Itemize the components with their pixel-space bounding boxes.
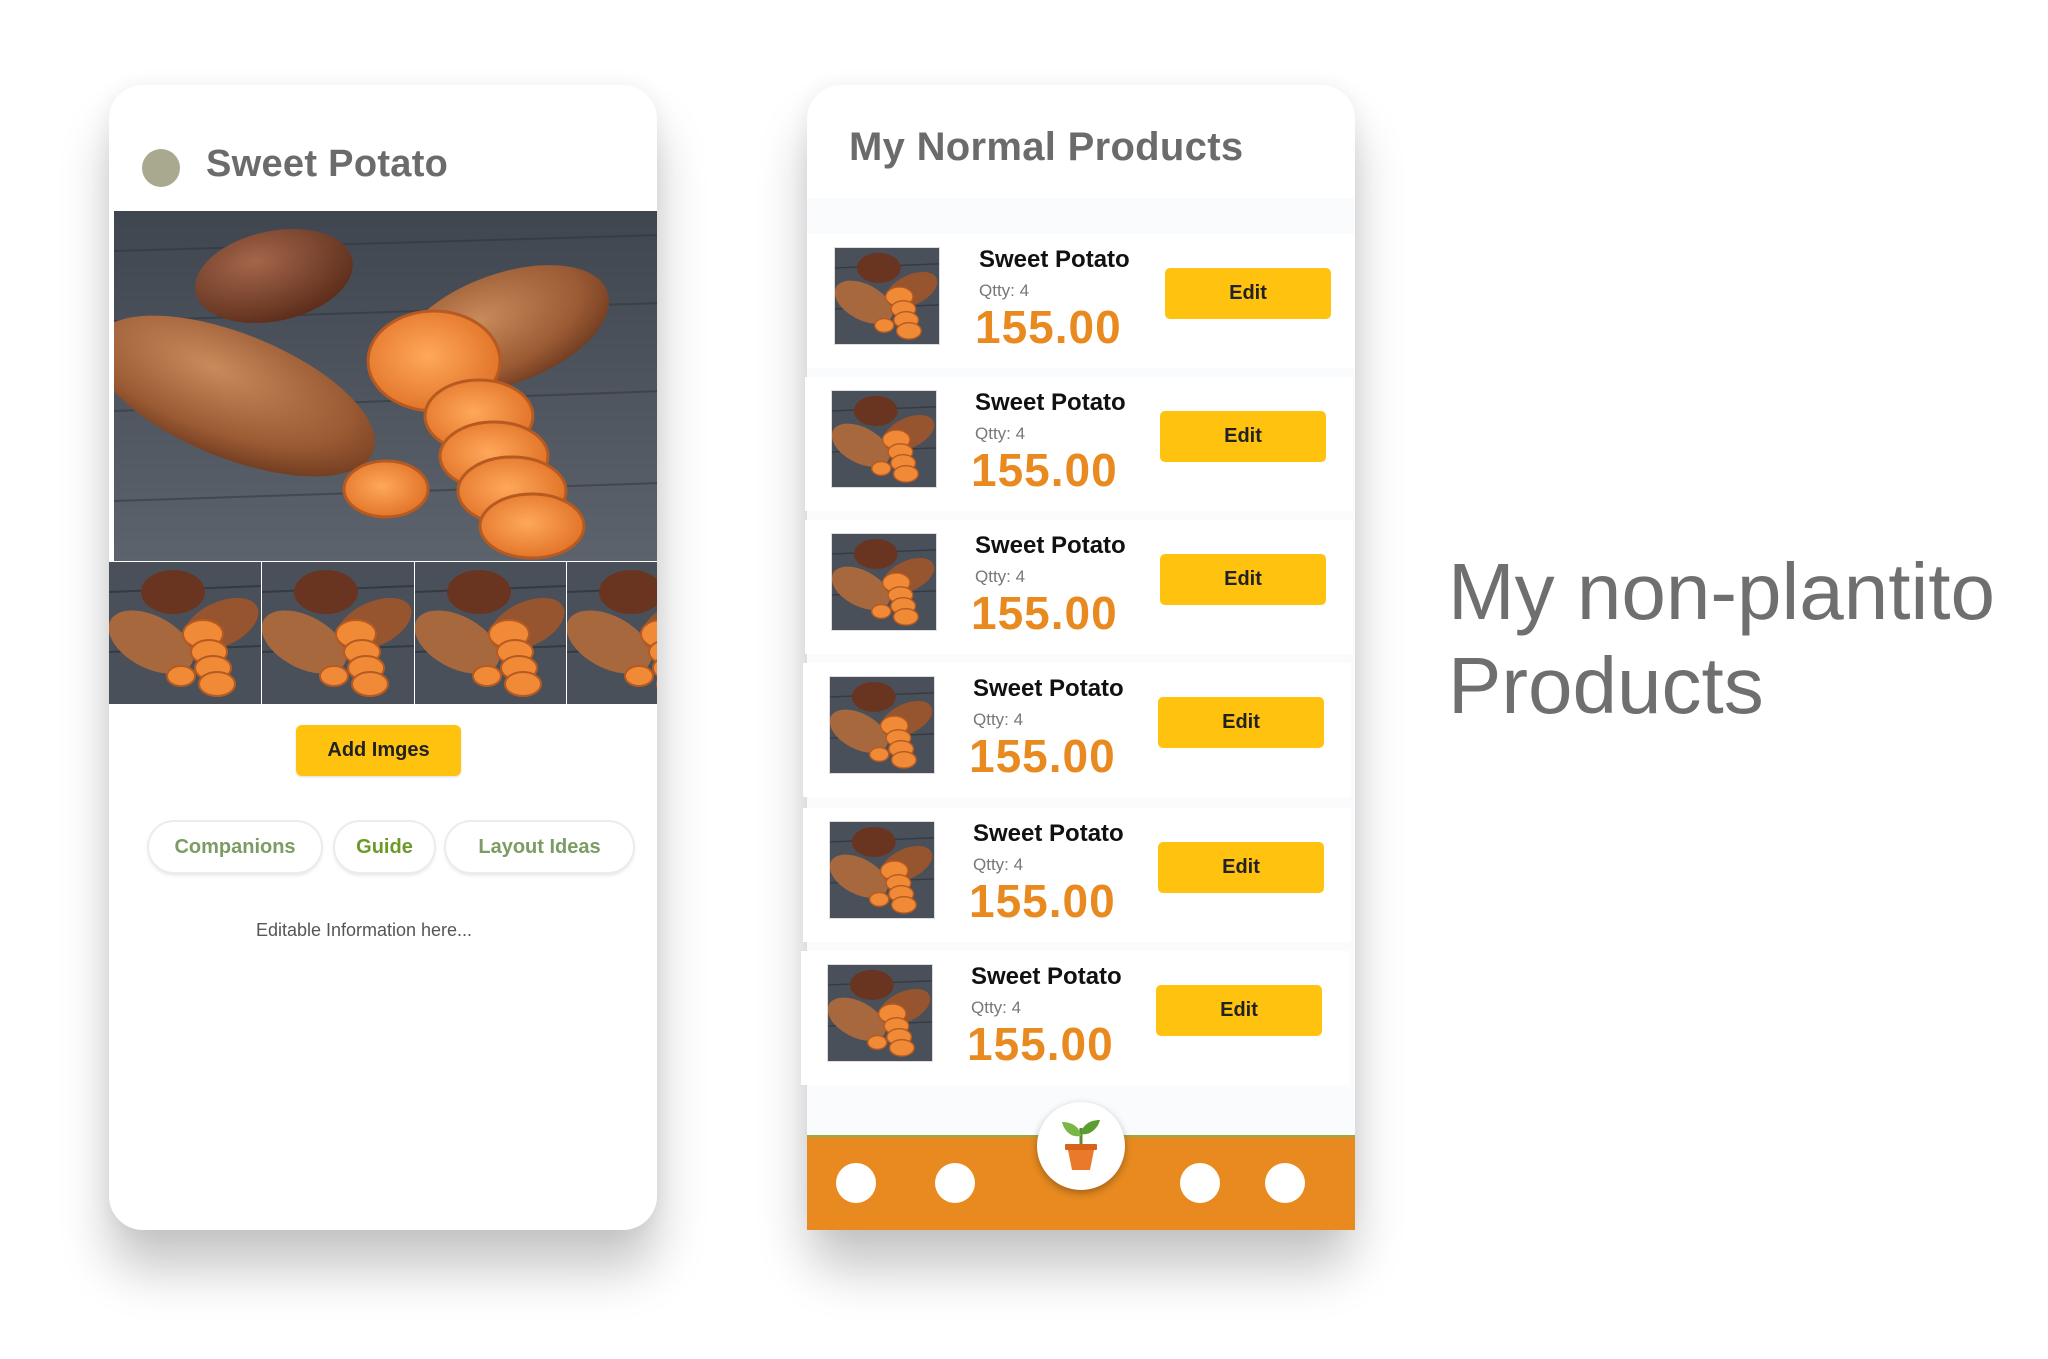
product-price: 155.00 (975, 301, 1122, 353)
edit-button[interactable]: Edit (1156, 985, 1322, 1036)
edit-button[interactable]: Edit (1160, 411, 1326, 462)
thumbnail-image[interactable] (261, 562, 415, 704)
list-item: Sweet Potato Qtty: 4 155.00 Edit (801, 951, 1349, 1085)
product-name: Sweet Potato (975, 389, 1126, 416)
nav-item-icon[interactable] (935, 1163, 975, 1203)
product-list-screen: My Normal Products Sweet Potato Qtty: 4 … (801, 85, 1355, 1230)
list-item: Sweet Potato Qtty: 4 155.00 Edit (803, 663, 1351, 797)
edit-button[interactable]: Edit (1158, 842, 1324, 893)
page-title: My Normal Products (849, 125, 1244, 169)
product-thumbnail (829, 821, 935, 919)
product-price: 155.00 (969, 730, 1116, 782)
product-qty: Qtty: 4 (979, 281, 1030, 300)
plant-pot-icon[interactable] (1037, 1102, 1125, 1190)
tab-guide[interactable]: Guide (335, 822, 434, 872)
tab-companions[interactable]: Companions (149, 822, 321, 872)
status-dot (142, 149, 180, 187)
product-qty: Qtty: 4 (973, 855, 1024, 874)
editable-info-text[interactable]: Editable Information here... (109, 920, 619, 941)
product-name: Sweet Potato (973, 675, 1124, 702)
thumbnail-image[interactable] (414, 562, 568, 704)
thumbnail-image[interactable] (567, 562, 657, 704)
product-price: 155.00 (969, 875, 1116, 927)
tab-layout-ideas[interactable]: Layout Ideas (446, 822, 633, 872)
product-thumbnail (834, 247, 940, 345)
product-name: Sweet Potato (975, 532, 1126, 559)
product-hero-image (114, 211, 657, 561)
product-name: Sweet Potato (971, 963, 1122, 990)
product-price: 155.00 (971, 444, 1118, 496)
thumbnail-image[interactable] (109, 562, 262, 704)
product-qty: Qtty: 4 (975, 424, 1026, 443)
product-detail-screen: Sweet Potato Add Imges Companions Guide … (109, 85, 657, 1230)
product-price: 155.00 (967, 1018, 1114, 1070)
edit-button[interactable]: Edit (1160, 554, 1326, 605)
caption-line-1: My non-plantito (1448, 547, 1995, 636)
edit-button[interactable]: Edit (1165, 268, 1331, 319)
list-item: Sweet Potato Qtty: 4 155.00 Edit (807, 234, 1355, 368)
thumbnail-strip (109, 562, 657, 704)
list-item: Sweet Potato Qtty: 4 155.00 Edit (803, 808, 1351, 942)
product-qty: Qtty: 4 (971, 998, 1022, 1017)
edit-button[interactable]: Edit (1158, 697, 1324, 748)
product-name: Sweet Potato (979, 246, 1130, 273)
product-thumbnail (831, 390, 937, 488)
product-thumbnail (827, 964, 933, 1062)
nav-item-icon[interactable] (1265, 1163, 1305, 1203)
list-item: Sweet Potato Qtty: 4 155.00 Edit (805, 520, 1353, 654)
caption-line-2: Products (1448, 641, 1764, 730)
product-thumbnail (831, 533, 937, 631)
page-title: Sweet Potato (206, 143, 449, 185)
add-images-button[interactable]: Add Imges (296, 725, 461, 776)
product-qty: Qtty: 4 (975, 567, 1026, 586)
product-thumbnail (829, 676, 935, 774)
nav-item-icon[interactable] (836, 1163, 876, 1203)
product-name: Sweet Potato (973, 820, 1124, 847)
product-qty: Qtty: 4 (973, 710, 1024, 729)
caption-text: My non-plantito Products (1448, 545, 1995, 733)
product-price: 155.00 (971, 587, 1118, 639)
nav-item-icon[interactable] (1180, 1163, 1220, 1203)
list-item: Sweet Potato Qtty: 4 155.00 Edit (805, 377, 1353, 511)
